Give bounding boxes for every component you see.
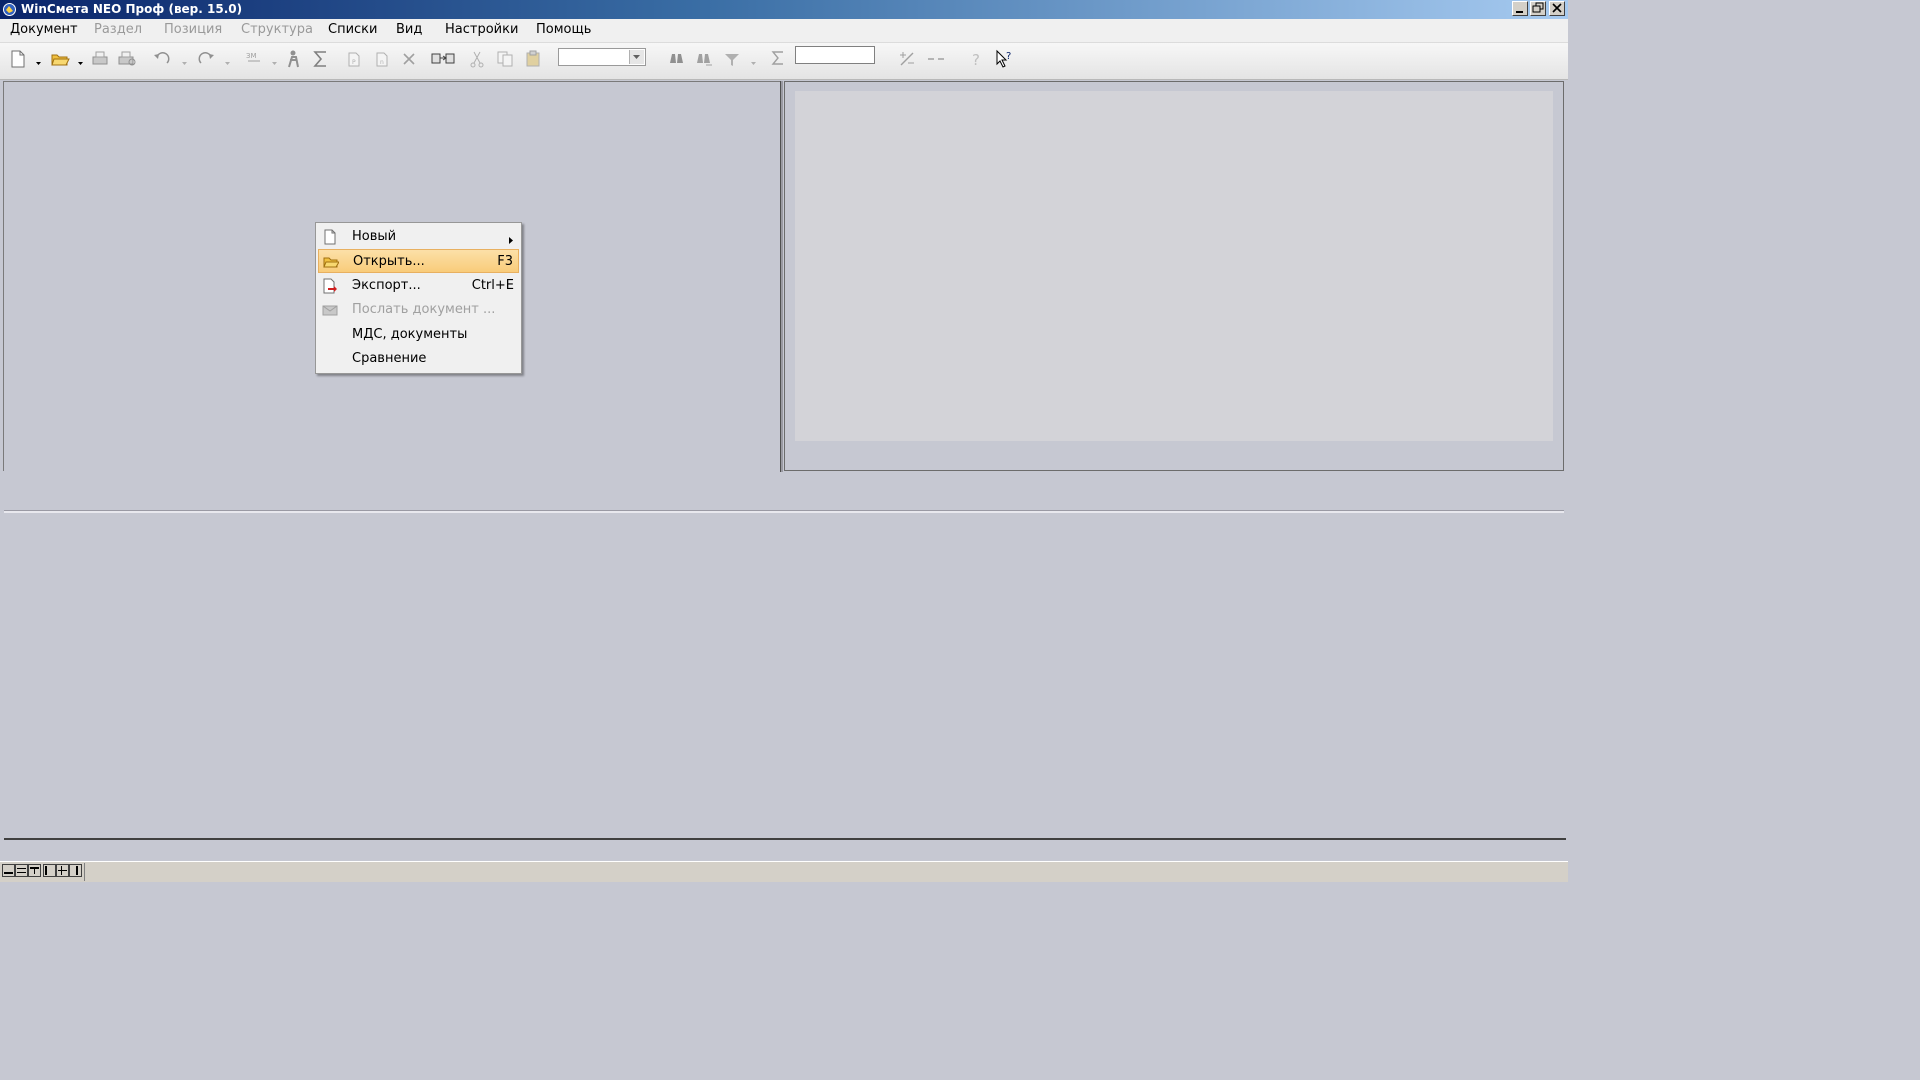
delete-icon[interactable] bbox=[399, 49, 419, 69]
new-document-icon bbox=[322, 229, 338, 245]
bottom-strip bbox=[0, 840, 1568, 860]
context-menu-label: Экспорт... bbox=[352, 278, 421, 293]
print-icon[interactable] bbox=[90, 49, 110, 69]
preview-area bbox=[795, 91, 1553, 441]
tile-right-icon[interactable] bbox=[69, 864, 82, 877]
help-icon[interactable]: ? bbox=[967, 49, 987, 69]
new-document-icon[interactable] bbox=[8, 49, 28, 69]
sigma-icon[interactable] bbox=[769, 49, 789, 69]
menu-position[interactable]: Позиция bbox=[164, 22, 222, 37]
tile-vertical-icon[interactable] bbox=[56, 864, 69, 877]
percent-icon[interactable] bbox=[897, 49, 917, 69]
print-preview-icon[interactable] bbox=[117, 49, 137, 69]
minimize-icon bbox=[1516, 11, 1523, 13]
context-menu-item-export[interactable]: Экспорт... Ctrl+E bbox=[318, 274, 519, 298]
filter-icon[interactable] bbox=[722, 49, 742, 69]
undo-dropdown-arrow-icon[interactable] bbox=[182, 55, 187, 65]
context-menu-item-mds-documents[interactable]: МДС, документы bbox=[318, 323, 519, 347]
tile-bottom-icon[interactable] bbox=[2, 864, 15, 877]
chevron-down-icon[interactable] bbox=[629, 50, 644, 64]
compare-icon[interactable] bbox=[431, 49, 455, 69]
price-dropdown-arrow-icon[interactable] bbox=[272, 55, 277, 65]
menu-settings[interactable]: Настройки bbox=[445, 22, 518, 37]
context-menu-shortcut: Ctrl+E bbox=[471, 278, 514, 293]
restore-button[interactable] bbox=[1530, 1, 1546, 16]
menu-structure[interactable]: Структура bbox=[241, 22, 313, 37]
toolbar-text-field[interactable] bbox=[795, 46, 875, 64]
open-dropdown-arrow-icon[interactable] bbox=[78, 55, 83, 65]
title-bar[interactable]: WinСмета NEO Проф (вер. 15.0) bbox=[0, 0, 1568, 19]
redo-icon[interactable] bbox=[196, 49, 216, 69]
context-menu-shortcut: F3 bbox=[497, 254, 513, 269]
menu-bar: Документ Раздел Позиция Структура Списки… bbox=[0, 19, 1568, 43]
cut-icon[interactable] bbox=[467, 49, 487, 69]
context-menu-label: Открыть... bbox=[353, 254, 425, 269]
svg-text:ЗМ: ЗМ bbox=[246, 52, 257, 60]
context-menu-label: Новый bbox=[352, 229, 397, 244]
paste-page-icon[interactable]: n bbox=[372, 49, 392, 69]
mail-icon bbox=[322, 302, 338, 318]
context-menu-item-compare[interactable]: Сравнение bbox=[318, 347, 519, 371]
menu-help[interactable]: Помощь bbox=[536, 22, 591, 37]
menu-view[interactable]: Вид bbox=[396, 22, 422, 37]
svg-text:?: ? bbox=[972, 51, 980, 69]
app-icon[interactable] bbox=[2, 2, 17, 17]
vertical-splitter[interactable] bbox=[780, 81, 783, 472]
sum-icon[interactable] bbox=[311, 49, 331, 69]
tile-left-icon[interactable] bbox=[43, 864, 56, 877]
menu-lists[interactable]: Списки bbox=[328, 22, 377, 37]
context-menu-label: Послать документ ... bbox=[352, 302, 496, 317]
redo-dropdown-arrow-icon[interactable] bbox=[225, 55, 230, 65]
toolbar: ЗМ P n ? ? bbox=[0, 43, 1568, 80]
context-menu-item-send-document[interactable]: Послать документ ... bbox=[318, 298, 519, 322]
find-icon[interactable] bbox=[666, 49, 686, 69]
undo-icon[interactable] bbox=[152, 49, 172, 69]
filter-dropdown-arrow-icon[interactable] bbox=[751, 55, 756, 65]
tile-top-icon[interactable] bbox=[28, 864, 41, 877]
paste-icon[interactable] bbox=[523, 49, 543, 69]
svg-text:P: P bbox=[352, 59, 356, 66]
svg-text:?: ? bbox=[1006, 51, 1011, 62]
worker-icon[interactable] bbox=[283, 49, 303, 69]
window-title: WinСмета NEO Проф (вер. 15.0) bbox=[21, 2, 243, 16]
tile-horizontal-icon[interactable] bbox=[15, 864, 28, 877]
status-bar bbox=[0, 861, 1568, 882]
find-next-icon[interactable] bbox=[694, 49, 714, 69]
close-button[interactable] bbox=[1549, 1, 1565, 16]
context-menu-item-open[interactable]: Открыть... F3 bbox=[318, 249, 519, 273]
context-menu-label: Сравнение bbox=[352, 351, 427, 366]
export-icon bbox=[322, 278, 338, 294]
context-menu-item-new[interactable]: Новый bbox=[318, 225, 519, 249]
copy-icon[interactable] bbox=[495, 49, 515, 69]
menu-section[interactable]: Раздел bbox=[94, 22, 142, 37]
submenu-arrow-icon bbox=[509, 233, 513, 244]
context-help-icon[interactable]: ? bbox=[995, 49, 1015, 69]
new-dropdown-arrow-icon[interactable] bbox=[36, 55, 41, 65]
svg-text:n: n bbox=[380, 59, 384, 66]
open-folder-icon bbox=[323, 254, 340, 270]
bottom-pane[interactable] bbox=[4, 512, 1564, 838]
preview-pane[interactable] bbox=[784, 81, 1564, 471]
minimize-button[interactable] bbox=[1512, 1, 1528, 16]
copy-page-icon[interactable]: P bbox=[344, 49, 364, 69]
context-menu-label: МДС, документы bbox=[352, 327, 468, 342]
open-folder-icon[interactable] bbox=[50, 49, 70, 69]
price-icon[interactable]: ЗМ bbox=[244, 49, 264, 69]
toolbar-combo[interactable] bbox=[558, 48, 646, 66]
menu-document[interactable]: Документ bbox=[10, 22, 78, 37]
status-separator bbox=[84, 863, 85, 881]
minus-icon[interactable] bbox=[926, 49, 946, 69]
context-menu: Новый Открыть... F3 Экспорт... Ctrl+E По… bbox=[315, 222, 522, 374]
close-icon bbox=[1552, 3, 1562, 13]
restore-icon bbox=[1532, 2, 1544, 13]
